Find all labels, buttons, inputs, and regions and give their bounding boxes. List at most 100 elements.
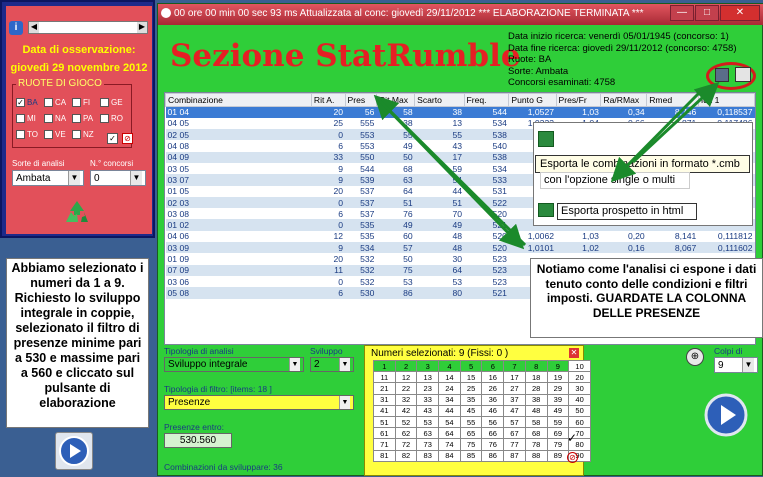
number-cell[interactable]: 36 [481, 393, 505, 406]
arrow-left-icon[interactable]: ◀ [29, 22, 39, 33]
number-cell[interactable]: 56 [481, 415, 505, 429]
number-cell[interactable]: 55 [459, 415, 483, 429]
number-cell[interactable]: 5 [459, 359, 483, 373]
number-cell[interactable]: 86 [481, 449, 505, 462]
number-cell[interactable]: 54 [438, 415, 461, 429]
number-cell[interactable]: 2 [394, 359, 418, 373]
column-header[interactable]: Combinazione [165, 93, 312, 107]
number-cell[interactable]: 83 [416, 449, 440, 462]
number-cell[interactable]: 48 [524, 404, 548, 417]
save-icon[interactable] [715, 68, 729, 82]
number-cell[interactable]: 78 [524, 438, 548, 451]
recycle-icon[interactable] [62, 198, 92, 228]
number-cell[interactable]: 47 [503, 404, 526, 417]
number-cell[interactable]: 16 [481, 371, 505, 384]
colpi-select[interactable]: 9 ▼ [714, 357, 758, 373]
maximize-icon[interactable]: □ [695, 5, 719, 21]
number-cell[interactable]: 67 [503, 427, 526, 440]
number-cell[interactable]: 69 [546, 427, 570, 440]
column-header[interactable]: Punto G [508, 93, 557, 107]
column-header[interactable]: Rit A. [310, 93, 346, 107]
checkbox-icon[interactable]: ✓ [16, 98, 25, 107]
checkbox-icon[interactable] [100, 98, 109, 107]
number-cell[interactable]: 29 [546, 382, 570, 395]
number-cell[interactable]: 34 [438, 393, 461, 406]
number-cell[interactable]: 30 [568, 382, 591, 395]
column-header[interactable]: Pres [344, 93, 377, 107]
number-cell[interactable]: 17 [503, 371, 526, 384]
column-header[interactable]: Rmed [646, 93, 699, 107]
checkbox-icon[interactable] [100, 114, 109, 123]
number-cell[interactable]: 6 [481, 359, 505, 373]
number-cell[interactable]: 52 [394, 415, 418, 429]
zoom-icon[interactable]: ⊕ [686, 348, 704, 366]
number-cell[interactable]: 38 [524, 393, 548, 406]
number-cell[interactable]: 53 [416, 415, 440, 429]
number-cell[interactable]: 60 [568, 415, 591, 429]
number-cell[interactable]: 33 [416, 393, 440, 406]
number-cell[interactable]: 85 [459, 449, 483, 462]
number-cell[interactable]: 8 [524, 359, 548, 373]
number-cell[interactable]: 51 [373, 415, 396, 429]
tipologia-select[interactable]: Sviluppo integrale ▼ [164, 357, 304, 372]
number-cell[interactable]: 27 [503, 382, 526, 395]
number-cell[interactable]: 32 [394, 393, 418, 406]
export-cmb-tooltip[interactable]: Esporta le combinazioni in formato *.cmb [535, 155, 750, 173]
scroll-field[interactable]: ◀ ▶ [28, 21, 148, 34]
column-header[interactable]: Rit Max [375, 93, 416, 107]
number-cell[interactable]: 68 [524, 427, 548, 440]
number-cell[interactable]: 26 [481, 382, 505, 395]
number-cell[interactable]: 74 [438, 438, 461, 451]
checkbox-icon[interactable] [44, 114, 53, 123]
number-cell[interactable]: 24 [438, 382, 461, 395]
number-cell[interactable]: 88 [524, 449, 548, 462]
column-header[interactable]: Freq. [463, 93, 510, 107]
number-cell[interactable]: 19 [546, 371, 570, 384]
number-cell[interactable]: 7 [503, 359, 526, 373]
column-header[interactable]: Scarto [414, 93, 465, 107]
checkbox-icon[interactable] [16, 114, 25, 123]
number-cell[interactable]: 82 [394, 449, 418, 462]
number-cell[interactable]: 43 [416, 404, 440, 417]
number-cell[interactable]: 18 [524, 371, 548, 384]
ruota-checkbox[interactable]: PA [72, 114, 93, 123]
number-cell[interactable]: 64 [438, 427, 461, 440]
number-cell[interactable]: 61 [373, 427, 396, 440]
number-cell[interactable]: 22 [394, 382, 418, 395]
ruota-checkbox[interactable]: GE [100, 98, 123, 107]
number-cell[interactable]: 12 [394, 371, 418, 384]
ruota-checkbox[interactable]: CA [44, 98, 66, 107]
confirm-icon[interactable]: ✓ [567, 431, 577, 445]
number-cell[interactable]: 11 [373, 371, 396, 384]
ruota-checkbox[interactable]: FI [72, 98, 90, 107]
check-all-icon[interactable]: ✓ [107, 133, 118, 144]
number-cell[interactable]: 77 [503, 438, 526, 451]
checkbox-icon[interactable] [44, 130, 53, 139]
minimize-icon[interactable]: — [670, 5, 694, 21]
number-cell[interactable]: 63 [416, 427, 440, 440]
close-icon[interactable]: ✕ [720, 5, 760, 21]
number-cell[interactable]: 14 [438, 371, 461, 384]
number-cell[interactable]: 37 [503, 393, 526, 406]
number-cell[interactable]: 58 [524, 415, 548, 429]
checkbox-icon[interactable] [72, 98, 81, 107]
number-cell[interactable]: 87 [503, 449, 526, 462]
presenze-input[interactable]: 530.560 [164, 433, 232, 448]
export-html-tooltip[interactable]: Esporta prospetto in html [557, 203, 697, 220]
checkbox-icon[interactable] [72, 130, 81, 139]
number-cell[interactable]: 31 [373, 393, 396, 406]
number-cell[interactable]: 35 [459, 393, 483, 406]
ruota-checkbox[interactable]: ✓ BA [16, 98, 38, 107]
clear-all-icon[interactable]: ⊘ [122, 133, 133, 144]
number-cell[interactable]: 10 [568, 359, 591, 373]
run-button[interactable] [55, 432, 93, 470]
table-row[interactable]: 03 09 9 534 57 48 520 1,0101 1,02 0,16 8,067 0,111… [165, 242, 755, 254]
number-cell[interactable]: 41 [373, 404, 396, 417]
concorsi-select[interactable]: 0 ▼ [90, 170, 146, 186]
ruota-checkbox[interactable]: RO [100, 114, 123, 123]
number-cell[interactable]: 66 [481, 427, 505, 440]
number-cell[interactable]: 81 [373, 449, 396, 462]
number-cell[interactable]: 28 [524, 382, 548, 395]
number-cell[interactable]: 45 [459, 404, 483, 417]
number-cell[interactable]: 21 [373, 382, 396, 395]
